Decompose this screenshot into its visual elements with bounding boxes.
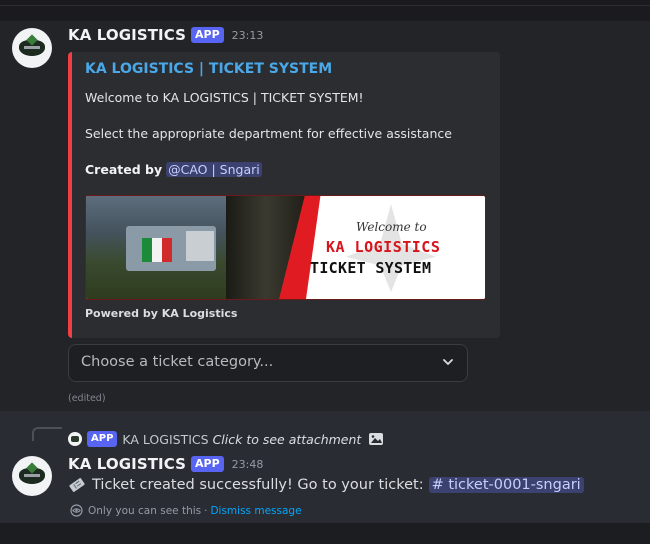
ticket-category-select[interactable]: Choose a ticket category...	[68, 344, 468, 382]
message-content: Ticket created successfully! Go to your …	[68, 476, 584, 494]
eye-icon	[70, 504, 83, 517]
user-mention[interactable]: @CAO | Sngari	[166, 162, 262, 177]
message-header: KA LOGISTICS APP 23:13	[68, 26, 263, 44]
embed-created-by: Created by @CAO | Sngari	[85, 162, 262, 177]
embed-instruction-text: Select the appropriate department for ef…	[85, 126, 452, 141]
app-badge: APP	[191, 27, 224, 43]
embed-card: KA LOGISTICS | TICKET SYSTEM Welcome to …	[68, 52, 500, 338]
ephemeral-notice: Only you can see this · Dismiss message	[70, 504, 302, 517]
message-list-bottom	[0, 523, 650, 544]
channel-mention[interactable]: # ticket-0001-sngari	[428, 477, 584, 493]
dismiss-message-link[interactable]: Dismiss message	[210, 505, 301, 517]
app-badge: APP	[191, 456, 224, 472]
username[interactable]: KA LOGISTICS	[68, 26, 186, 44]
embed-welcome-text: Welcome to KA LOGISTICS | TICKET SYSTEM!	[85, 90, 364, 105]
banner-welcome-text: Welcome to	[356, 220, 427, 234]
divider	[0, 5, 650, 6]
username[interactable]: KA LOGISTICS	[68, 455, 186, 473]
message-ticket-system: KA LOGISTICS APP 23:13 KA LOGISTICS | TI…	[0, 21, 650, 411]
ephemeral-text: Only you can see this	[88, 504, 202, 517]
reply-spine	[32, 427, 62, 441]
reply-app-badge: APP	[87, 431, 118, 447]
embed-footer: Powered by KA Logistics	[85, 307, 238, 320]
previous-message-area	[0, 0, 650, 21]
banner-brand-text: KA LOGISTICS	[326, 238, 441, 256]
content-text: Ticket created successfully! Go to your …	[92, 477, 424, 493]
embed-title[interactable]: KA LOGISTICS | TICKET SYSTEM	[85, 61, 332, 77]
reply-reference[interactable]: APP KA LOGISTICS Click to see attachment	[68, 431, 384, 447]
logo-emblem-icon	[19, 40, 45, 56]
edited-indicator: (edited)	[68, 393, 106, 404]
embed-banner-image[interactable]: Welcome to KA LOGISTICS TICKET SYSTEM	[85, 195, 486, 300]
bot-avatar[interactable]	[12, 28, 52, 68]
bot-avatar[interactable]	[12, 456, 52, 496]
timestamp[interactable]: 23:13	[232, 29, 264, 42]
message-ticket-created: APP KA LOGISTICS Click to see attachment…	[0, 411, 650, 523]
reply-username[interactable]: KA LOGISTICS	[122, 432, 208, 447]
logo-emblem-icon	[19, 468, 45, 484]
flag-icon	[142, 238, 172, 262]
image-icon	[369, 433, 384, 445]
select-placeholder: Choose a ticket category...	[81, 354, 274, 370]
banner-subtitle-text: TICKET SYSTEM	[310, 259, 432, 277]
reply-text[interactable]: Click to see attachment	[213, 432, 362, 447]
chevron-down-icon	[443, 359, 453, 365]
ticket-icon	[69, 478, 85, 492]
reply-avatar	[68, 432, 82, 446]
timestamp[interactable]: 23:48	[232, 458, 264, 471]
message-header: KA LOGISTICS APP 23:48	[68, 455, 263, 473]
created-by-label: Created by	[85, 162, 163, 177]
separator-dot: ·	[204, 504, 208, 517]
